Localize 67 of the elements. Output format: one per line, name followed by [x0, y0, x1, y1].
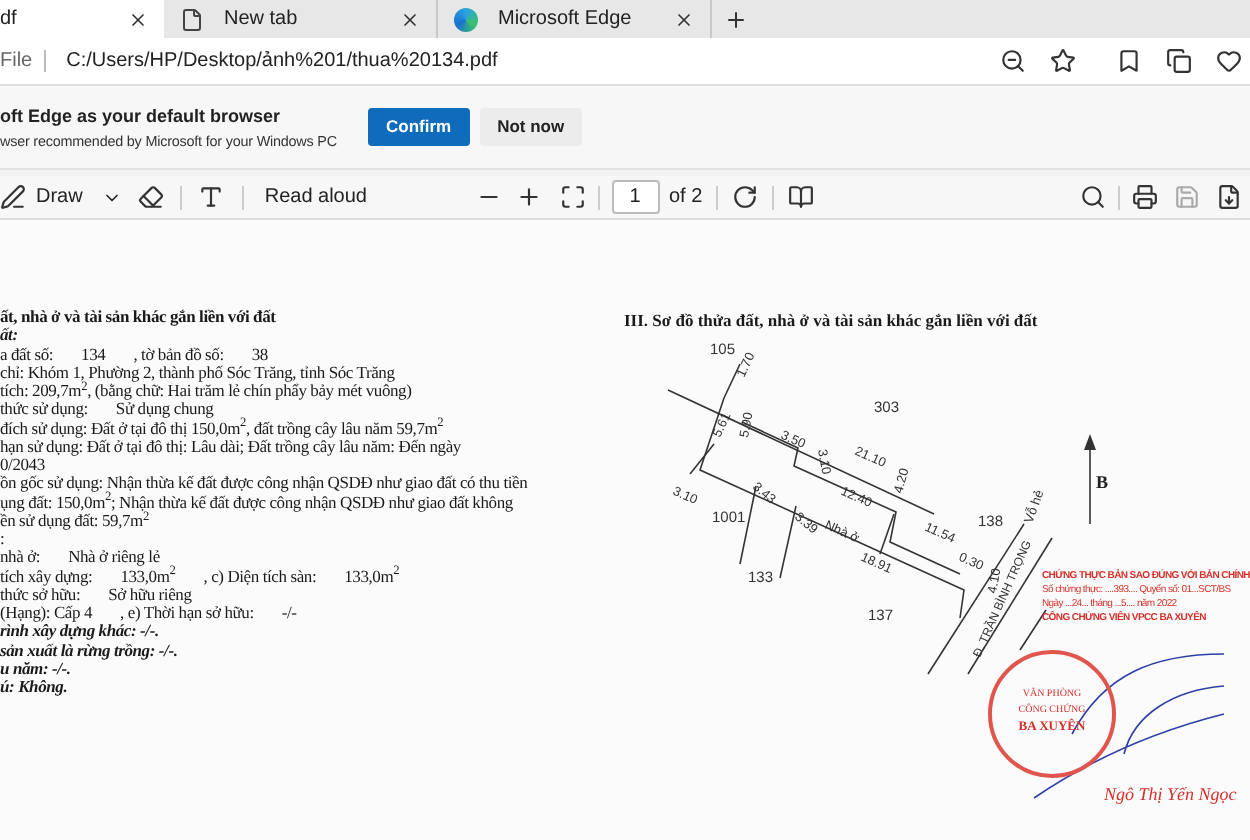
- document-text: tích xây dựng:: [0, 567, 93, 586]
- page-number-field[interactable]: 1: [611, 180, 659, 214]
- document-text: Nhà ở riêng lẻ: [68, 548, 160, 567]
- document-text: sản xuất là rừng trồng: -/-.: [0, 641, 178, 660]
- document-text: hạn sử dụng: Đất ở tại đô thị: Lâu dài; Đất trồng cây lâu năm: Đến ngày: [0, 437, 461, 456]
- document-text: đích sử dụng: Đất ở tại đô thị 150,0m$^{2}$, đất trồng cây lâu năm 59,7m$^{2}$: [0, 419, 444, 438]
- globe-swirl-icon: [454, 7, 478, 31]
- draw-button[interactable]: Draw: [36, 182, 83, 212]
- document-text: ền sử dụng đất: 59,7m$^{2}$: [0, 511, 149, 530]
- north-arrow: [1084, 433, 1096, 525]
- zoom-icon[interactable]: [1000, 48, 1026, 74]
- document-text: 0/2043: [0, 456, 45, 475]
- document-text: :: [0, 530, 5, 549]
- document-text: thức sử dụng:: [0, 400, 88, 419]
- document-text: , c) Diện tích sàn:: [203, 567, 317, 586]
- north-label: B: [1096, 471, 1109, 492]
- favorites-icon[interactable]: [1116, 48, 1142, 74]
- document-text: ất, nhà ở và tài sản khác gắn liền với đất: [0, 308, 276, 327]
- pen-icon[interactable]: [0, 184, 26, 210]
- text-icon[interactable]: [198, 184, 225, 210]
- close-icon[interactable]: [400, 9, 420, 29]
- document-text: 133,0m$^{2}$: [120, 567, 176, 586]
- dismiss-button[interactable]: Not now: [479, 108, 583, 146]
- document-text: chỉ: Khóm 1, Phường 2, thành phố Sóc Trăng, tỉnh Sóc Trăng: [0, 363, 395, 382]
- banner-title: oft Edge as your default browser: [0, 103, 283, 130]
- document-text: rình xây dựng khác: -/-.: [0, 622, 159, 641]
- signature-name: Ngô Thị Yến Ngọc: [1104, 781, 1237, 808]
- zoom-in-icon[interactable]: [515, 184, 541, 210]
- document-text: 134: [81, 345, 106, 364]
- document-text: ồn gốc sử dụng: Nhận thừa kế đất được công nhận QSDĐ như giao đất có thu tiền: [0, 474, 528, 493]
- search-icon[interactable]: [1080, 184, 1106, 210]
- browser-tab[interactable]: df: [0, 0, 164, 38]
- document-text: , e) Thời hạn sở hữu:: [120, 604, 254, 623]
- star-icon[interactable]: [1050, 48, 1076, 74]
- eraser-icon[interactable]: [138, 184, 165, 210]
- page-count: of 2: [669, 184, 703, 212]
- collections-icon[interactable]: [1166, 48, 1192, 74]
- rotate-icon[interactable]: [732, 184, 759, 210]
- read-aloud-button[interactable]: Read aloud: [264, 182, 367, 212]
- scheme-label: File: [0, 50, 47, 72]
- document-text: Sở hữu riêng: [108, 585, 192, 604]
- document-text: u năm: -/-.: [0, 659, 71, 678]
- document-text: ất:: [0, 326, 18, 345]
- close-icon[interactable]: [674, 9, 694, 29]
- new-tab-icon[interactable]: [724, 7, 748, 31]
- document-text: thức sở hữu:: [0, 585, 81, 604]
- document-text: nhà ở:: [0, 548, 41, 567]
- heart-icon[interactable]: [1216, 48, 1242, 74]
- page-view-icon[interactable]: [788, 184, 815, 210]
- document-text: Sử dụng chung: [115, 400, 214, 419]
- document-text: tích: 209,7m$^{2}$, (bằng chữ: Hai trăm lẻ chín phẩy bảy mét vuông): [0, 382, 412, 401]
- document-text: 38: [251, 345, 268, 364]
- fit-icon[interactable]: [559, 184, 585, 210]
- document-text: , tờ bản đồ số:: [133, 345, 224, 364]
- address-field[interactable]: C:/Users/HP/Desktop/ảnh%201/thua%20134.pdf: [46, 46, 1000, 76]
- section-heading: III. Sơ đồ thửa đất, nhà ở và tài sản khác gắn liền với đất: [624, 308, 1040, 334]
- document-text: ụng đất: 150,0m$^{2}$; Nhận thừa kế đất được công nhận QSDĐ như giao đất không: [0, 493, 513, 512]
- confirm-button[interactable]: Confirm: [368, 108, 470, 146]
- save-as-icon[interactable]: [1216, 184, 1242, 210]
- close-icon[interactable]: [128, 9, 148, 29]
- document-text: ú: Không.: [0, 678, 68, 697]
- page-icon: [180, 7, 204, 31]
- document-text: 133,0m$^{2}$: [344, 567, 400, 586]
- print-icon[interactable]: [1132, 184, 1158, 210]
- document-text: a đất số:: [0, 345, 54, 364]
- document-text: (Hạng): Cấp 4: [0, 604, 93, 623]
- document-text: -/-: [281, 604, 297, 623]
